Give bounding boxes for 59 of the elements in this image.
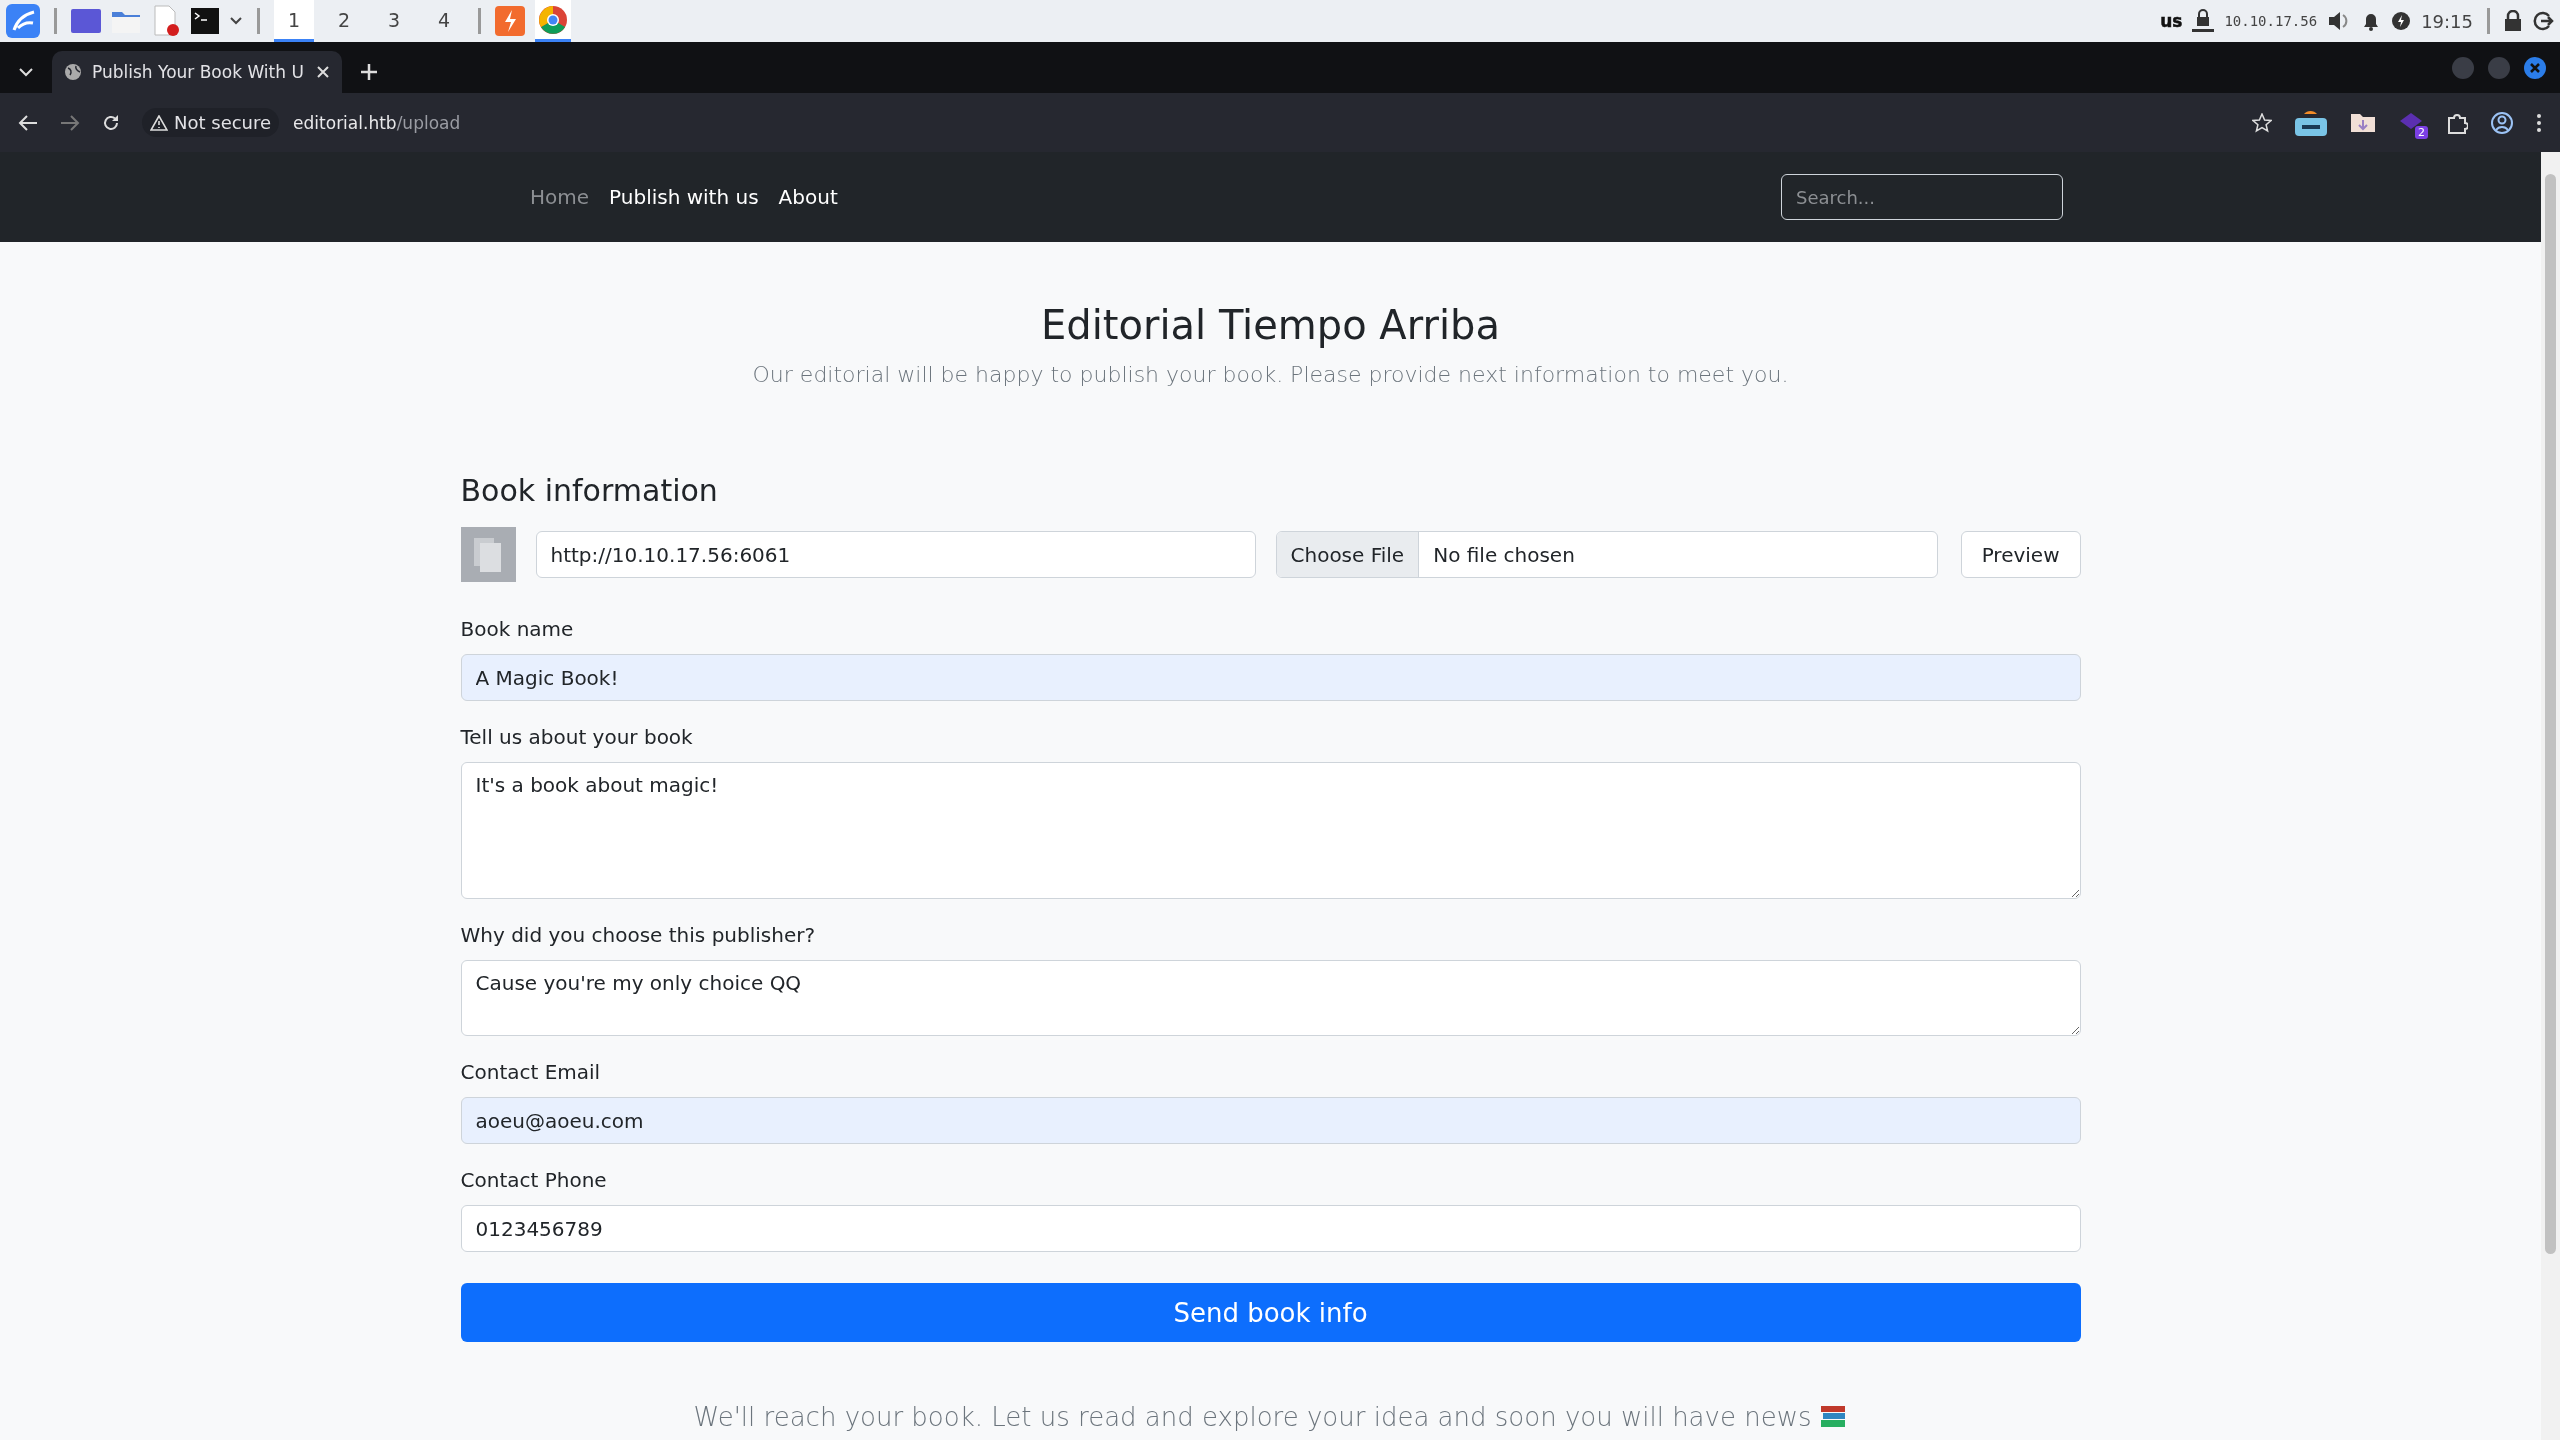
image-placeholder-icon <box>460 527 516 582</box>
close-icon[interactable] <box>2524 56 2546 79</box>
workspace-tab[interactable]: 3 <box>374 0 414 42</box>
preview-button[interactable]: Preview <box>1960 531 2081 578</box>
folder-download-icon[interactable] <box>2350 111 2376 134</box>
security-label: Not secure <box>174 112 272 133</box>
cover-url-field[interactable]: http://10.10.17.56:6061 <box>535 531 1256 578</box>
more-icon[interactable] <box>2536 112 2542 133</box>
workspace-tab[interactable]: 4 <box>424 0 464 42</box>
input-field[interactable]: 0123456789 <box>460 1205 2081 1252</box>
file-input[interactable]: Choose File No file chosen <box>1275 531 1938 578</box>
search-field[interactable]: Search... <box>1781 174 2063 220</box>
clock[interactable]: 19:15 <box>2421 10 2473 32</box>
nav-link[interactable]: Publish with us <box>599 185 769 209</box>
document-icon[interactable] <box>151 5 181 37</box>
choose-file-button[interactable]: Choose File <box>1276 532 1420 577</box>
extension-badge: 2 <box>2415 125 2428 139</box>
star-icon[interactable] <box>2252 112 2272 133</box>
nav-link[interactable]: About <box>768 185 848 209</box>
field-label: Book name <box>460 616 575 643</box>
field-label: Why did you choose this publisher? <box>460 922 817 949</box>
field-label: Contact Phone <box>460 1167 608 1194</box>
browser-icon[interactable] <box>538 4 568 35</box>
back-icon[interactable] <box>18 113 38 132</box>
reload-icon[interactable] <box>102 113 120 132</box>
workspace-tab[interactable]: 1 <box>274 0 314 42</box>
keyboard-layout[interactable]: us <box>2160 11 2183 31</box>
terminal-icon[interactable] <box>191 8 219 34</box>
browser-tab[interactable]: Publish Your Book With U <box>52 51 342 93</box>
send-button[interactable]: Send book info <box>460 1283 2081 1342</box>
forward-icon[interactable] <box>60 113 80 132</box>
lightning-app-icon[interactable] <box>495 6 525 36</box>
close-icon[interactable] <box>316 65 330 79</box>
field-label: Tell us about your book <box>460 724 694 751</box>
section-title: Book information <box>460 472 719 510</box>
input-field[interactable]: A Magic Book! <box>460 654 2081 701</box>
text-area[interactable]: It's a book about magic! <box>460 762 2081 899</box>
url-text[interactable]: editorial.htb/upload <box>293 112 461 133</box>
puzzle-icon[interactable] <box>2446 111 2468 134</box>
page-subtitle: Our editorial will be happy to publish your book. Please provide next information to meet you. <box>751 362 1790 387</box>
logout-icon[interactable] <box>2532 10 2554 32</box>
security-indicator[interactable]: Not secure <box>142 108 280 137</box>
chevron-down-icon[interactable] <box>229 16 243 26</box>
footer-text: We'll reach your book. Let us read and explore your idea and soon you will have news <box>693 1402 1812 1432</box>
workspace-tab[interactable]: 2 <box>324 0 364 42</box>
file-status: No file chosen <box>1432 541 1576 569</box>
text-area[interactable]: Cause you're my only choice QQ <box>460 960 2081 1036</box>
plus-icon[interactable] <box>360 63 378 81</box>
input-field[interactable]: aoeu@aoeu.com <box>460 1097 2081 1144</box>
warning-icon <box>150 114 168 131</box>
page-title: Editorial Tiempo Arriba <box>1040 301 1501 350</box>
scrollbar[interactable] <box>2541 152 2560 1440</box>
lock-icon[interactable] <box>2504 10 2522 32</box>
ip-address: 10.10.17.56 <box>2224 13 2318 29</box>
network-icon[interactable] <box>2192 9 2215 33</box>
power-icon[interactable] <box>2391 11 2412 31</box>
field-label: Contact Email <box>460 1059 602 1086</box>
profile-icon[interactable] <box>2490 110 2514 135</box>
globe-icon <box>64 63 82 81</box>
